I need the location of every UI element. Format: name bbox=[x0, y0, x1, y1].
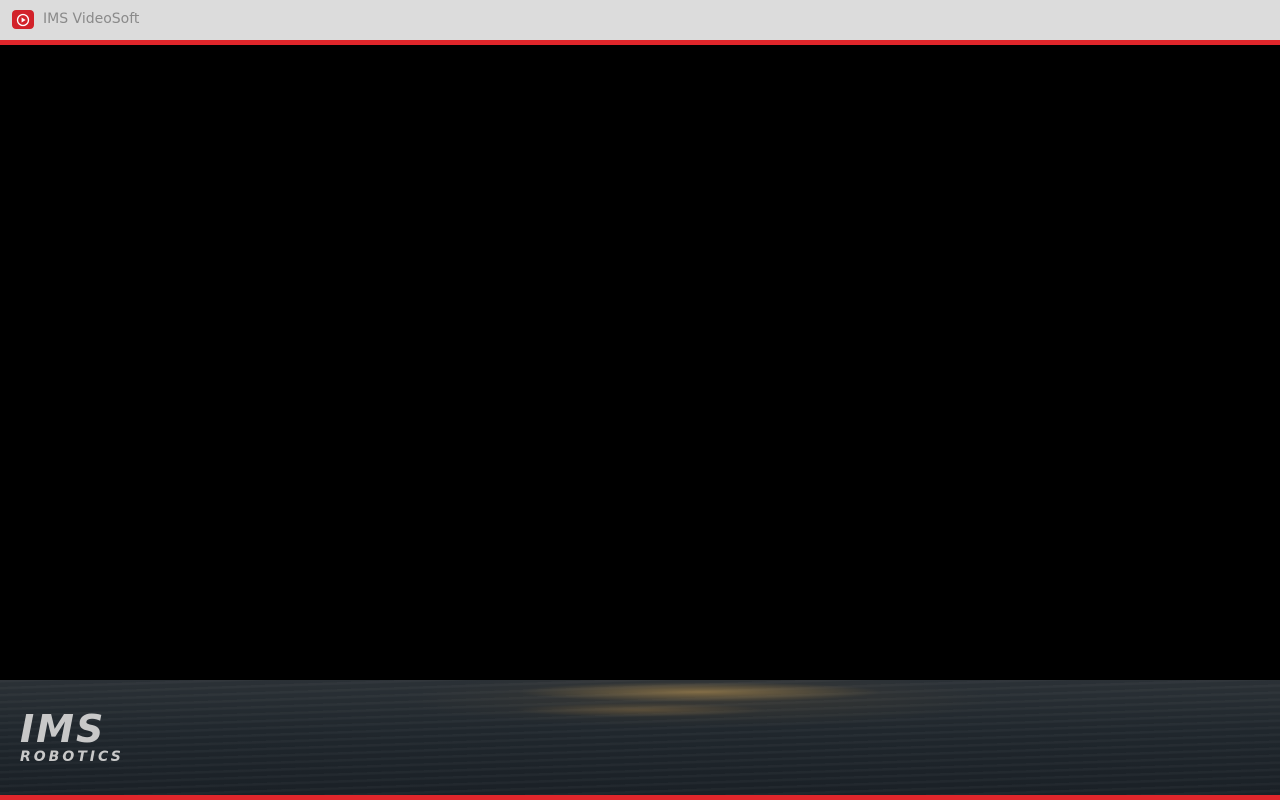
play-circle-icon bbox=[12, 10, 34, 29]
video-viewport[interactable] bbox=[0, 45, 1280, 680]
logo-main-text: IMS bbox=[20, 707, 106, 751]
accent-divider-bottom bbox=[0, 795, 1280, 800]
title-bar: IMS VideoSoft bbox=[0, 0, 1280, 40]
footer-banner: IMS ROBOTICS bbox=[0, 680, 1280, 795]
logo-sub-text: ROBOTICS bbox=[20, 749, 124, 765]
window-title: IMS VideoSoft bbox=[43, 11, 140, 27]
ims-robotics-logo: IMS ROBOTICS bbox=[20, 710, 124, 764]
